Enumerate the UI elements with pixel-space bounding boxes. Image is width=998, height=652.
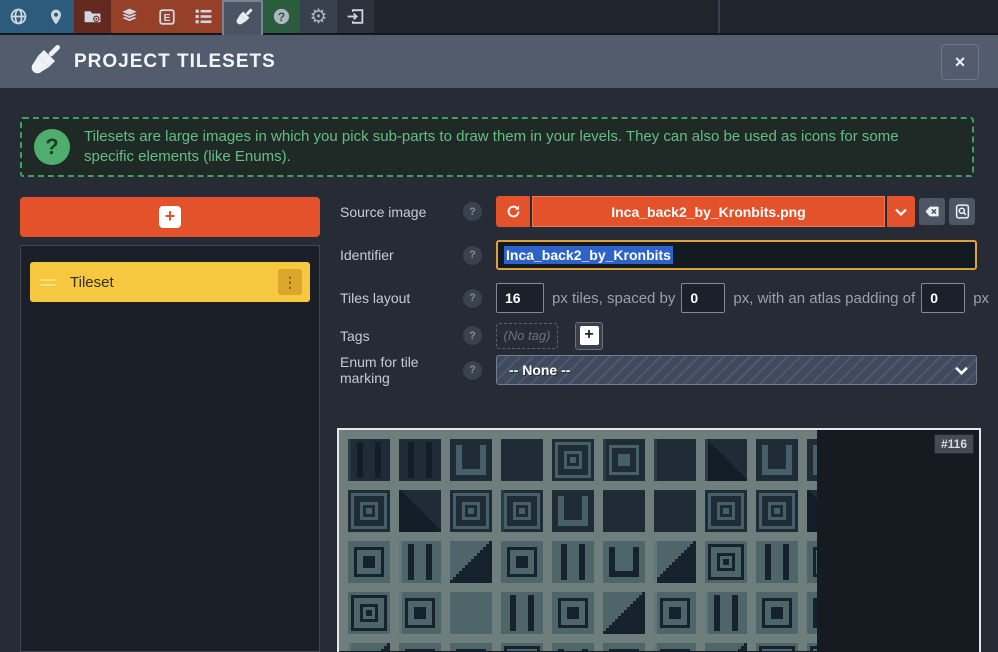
settings-button[interactable]: ⚙ — [300, 0, 337, 33]
enum-marking-select[interactable]: -- None -- — [496, 355, 977, 385]
refresh-icon — [505, 203, 522, 220]
world-button[interactable] — [0, 0, 37, 33]
chevron-down-icon — [895, 208, 907, 216]
tags-row: Tags ? (No tag) + — [340, 321, 603, 350]
source-image-dropdown-button[interactable] — [887, 196, 915, 227]
panel-header: PROJECT TILESETS × — [0, 35, 998, 88]
no-tag-placeholder: (No tag) — [496, 323, 558, 349]
search-file-icon — [954, 203, 971, 220]
help-button[interactable]: ? — [263, 0, 300, 33]
atlas-padding-input[interactable] — [921, 283, 965, 313]
svg-text:?: ? — [278, 10, 285, 24]
main-toolbar: E — [0, 0, 998, 35]
map-pin-icon — [47, 8, 65, 26]
tile-count-badge: #116 — [934, 434, 974, 454]
help-circle-icon[interactable]: ? — [463, 289, 482, 308]
tileset-item-label: Tileset — [70, 274, 278, 291]
tile-spacing-input[interactable] — [681, 283, 725, 313]
add-tileset-button[interactable]: + — [20, 197, 320, 237]
enum-marking-row: Enum for tile marking ? -- None -- — [340, 355, 977, 385]
project-settings-button[interactable] — [74, 0, 111, 33]
paintbrush-logo-icon — [26, 45, 60, 79]
help-box: ? Tilesets are large images in which you… — [20, 117, 974, 177]
help-text: Tilesets are large images in which you p… — [84, 127, 972, 168]
help-circle-icon[interactable]: ? — [463, 326, 482, 345]
tiles-layout-label: Tiles layout — [340, 290, 463, 306]
tilesets-button[interactable] — [222, 0, 263, 35]
identifier-label: Identifier — [340, 247, 463, 263]
clear-image-button[interactable] — [919, 198, 945, 225]
help-icon: ? — [272, 7, 291, 26]
enum-icon: E — [158, 8, 176, 26]
tiles-layout-text-2: px, with an atlas padding of — [733, 290, 915, 307]
drag-handle-icon[interactable] — [40, 279, 56, 286]
tileset-preview-panel: #116 — [337, 428, 981, 652]
entity-list-button[interactable] — [185, 0, 222, 33]
svg-text:E: E — [163, 12, 170, 24]
chevron-down-icon — [955, 366, 968, 375]
help-circle-icon[interactable]: ? — [463, 246, 482, 265]
page-title: PROJECT TILESETS — [74, 51, 276, 73]
source-image-path-button[interactable]: Inca_back2_by_Kronbits.png — [532, 196, 885, 227]
world-icon — [9, 7, 28, 26]
levels-button[interactable] — [37, 0, 74, 33]
toolbar-divider — [718, 0, 720, 33]
question-mark-icon: ? — [34, 129, 70, 165]
enums-button[interactable]: E — [148, 0, 185, 33]
exit-button[interactable] — [337, 0, 374, 33]
folder-gear-icon — [83, 7, 102, 26]
tiles-layout-row: Tiles layout ? px tiles, spaced by px, w… — [340, 283, 989, 313]
list-icon — [194, 7, 213, 26]
tileset-list-panel: Tileset ⋮ — [20, 245, 320, 652]
source-image-label: Source image — [340, 204, 463, 220]
gear-icon: ⚙ — [310, 7, 328, 27]
exit-icon — [346, 7, 365, 26]
tileset-image[interactable] — [339, 430, 817, 651]
identifier-selected-text: Inca_back2_by_Kronbits — [504, 246, 673, 264]
tiles-layout-text-3: px — [973, 290, 989, 307]
reload-image-button[interactable] — [496, 196, 530, 227]
plus-icon: + — [580, 326, 599, 345]
item-menu-button[interactable]: ⋮ — [278, 269, 302, 295]
source-image-row: Source image ? Inca_back2_by_Kronbits.pn… — [340, 196, 975, 227]
enum-marking-value: -- None -- — [509, 362, 570, 378]
help-circle-icon[interactable]: ? — [463, 202, 482, 221]
close-button[interactable]: × — [941, 44, 979, 80]
clear-backspace-icon — [924, 203, 941, 220]
layers-icon — [120, 7, 139, 26]
help-circle-icon[interactable]: ? — [463, 361, 482, 380]
locate-file-button[interactable] — [949, 198, 975, 225]
identifier-row: Identifier ? Inca_back2_by_Kronbits — [340, 240, 977, 270]
add-tag-button[interactable]: + — [575, 322, 603, 350]
enum-marking-label: Enum for tile marking — [340, 354, 463, 386]
tiles-layout-text-1: px tiles, spaced by — [552, 290, 675, 307]
tags-label: Tags — [340, 328, 463, 344]
plus-icon: + — [159, 206, 181, 228]
tileset-list-item[interactable]: Tileset ⋮ — [30, 262, 310, 302]
layers-button[interactable] — [111, 0, 148, 33]
tile-size-input[interactable] — [496, 283, 544, 313]
identifier-input[interactable]: Inca_back2_by_Kronbits — [496, 240, 977, 270]
paintbrush-icon — [232, 8, 253, 29]
